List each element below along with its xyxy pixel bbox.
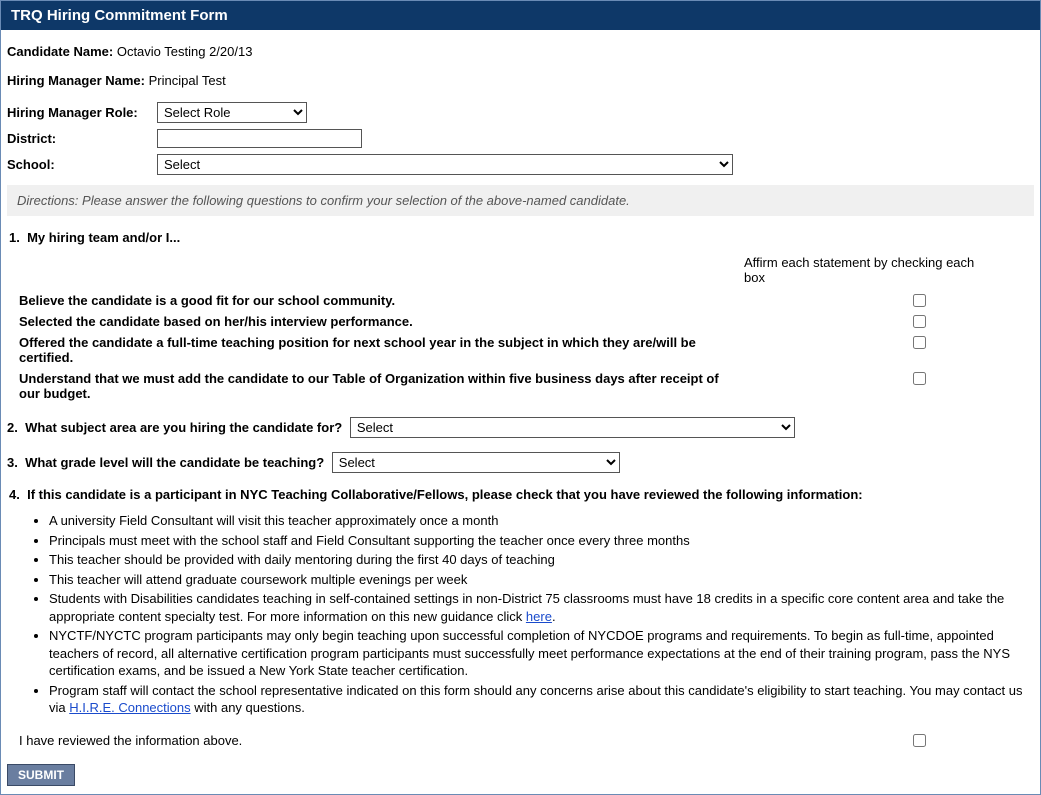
candidate-value: Octavio Testing 2/20/13: [117, 44, 253, 59]
q4-bullet: A university Field Consultant will visit…: [49, 512, 1034, 530]
district-row: District:: [7, 129, 1034, 148]
form-container: TRQ Hiring Commitment Form Candidate Nam…: [0, 0, 1041, 795]
school-row: School: Select: [7, 154, 1034, 175]
q4-bullet: Students with Disabilities candidates te…: [49, 590, 1034, 625]
affirm-header: Affirm each statement by checking each b…: [744, 255, 1034, 289]
question-3: 3. What grade level will the candidate b…: [7, 452, 1034, 473]
review-checkbox[interactable]: [913, 734, 926, 747]
role-label: Hiring Manager Role:: [7, 105, 157, 120]
q4-bullet: This teacher should be provided with dai…: [49, 551, 1034, 569]
guidance-link[interactable]: here: [526, 609, 552, 624]
hire-connections-link[interactable]: H.I.R.E. Connections: [69, 700, 190, 715]
hiring-manager-row: Hiring Manager Name: Principal Test: [7, 73, 1034, 88]
q4-bullet: Program staff will contact the school re…: [49, 682, 1034, 717]
q1-statement-text: Understand that we must add the candidat…: [9, 369, 744, 403]
q3-title: 3. What grade level will the candidate b…: [7, 455, 328, 470]
candidate-label: Candidate Name:: [7, 44, 113, 59]
candidate-row: Candidate Name: Octavio Testing 2/20/13: [7, 44, 1034, 59]
question-2: 2. What subject area are you hiring the …: [7, 417, 1034, 438]
subject-select[interactable]: Select: [350, 417, 795, 438]
review-label: I have reviewed the information above.: [19, 733, 744, 748]
q1-statement-row: Selected the candidate based on her/his …: [9, 312, 1034, 331]
q1-statement-row: Believe the candidate is a good fit for …: [9, 291, 1034, 310]
q1-check-2[interactable]: [913, 315, 926, 328]
question-1: 1. My hiring team and/or I... Affirm eac…: [9, 230, 1034, 403]
grade-select[interactable]: Select: [332, 452, 620, 473]
question-4: 4. If this candidate is a participant in…: [9, 487, 1034, 750]
q1-affirm-layout: Affirm each statement by checking each b…: [9, 255, 1034, 289]
submit-button[interactable]: SUBMIT: [7, 764, 75, 786]
role-select[interactable]: Select Role: [157, 102, 307, 123]
q1-check-4[interactable]: [913, 372, 926, 385]
form-title: TRQ Hiring Commitment Form: [11, 7, 228, 24]
q4-bullet: This teacher will attend graduate course…: [49, 571, 1034, 589]
district-label: District:: [7, 131, 157, 146]
q1-statement-text: Believe the candidate is a good fit for …: [9, 291, 744, 310]
role-row: Hiring Manager Role: Select Role: [7, 102, 1034, 123]
q1-statement-row: Understand that we must add the candidat…: [9, 369, 1034, 403]
q1-statement-text: Offered the candidate a full-time teachi…: [9, 333, 744, 367]
hiring-manager-value: Principal Test: [149, 73, 226, 88]
school-select[interactable]: Select: [157, 154, 733, 175]
district-input[interactable]: [157, 129, 362, 148]
submit-area: SUBMIT: [1, 764, 1040, 794]
q4-bullet-list: A university Field Consultant will visit…: [49, 512, 1034, 717]
form-header: TRQ Hiring Commitment Form: [1, 1, 1040, 30]
q4-title: 4. If this candidate is a participant in…: [9, 487, 1034, 502]
q4-bullet: NYCTF/NYCTC program participants may onl…: [49, 627, 1034, 680]
q1-title: 1. My hiring team and/or I...: [9, 230, 1034, 245]
q2-title: 2. What subject area are you hiring the …: [7, 420, 346, 435]
school-label: School:: [7, 157, 157, 172]
directions-bar: Directions: Please answer the following …: [7, 185, 1034, 216]
hiring-manager-label: Hiring Manager Name:: [7, 73, 145, 88]
q1-statement-row: Offered the candidate a full-time teachi…: [9, 333, 1034, 367]
form-body: Candidate Name: Octavio Testing 2/20/13 …: [1, 30, 1040, 764]
q4-bullet: Principals must meet with the school sta…: [49, 532, 1034, 550]
review-row: I have reviewed the information above.: [19, 731, 1034, 750]
q1-statement-text: Selected the candidate based on her/his …: [9, 312, 744, 331]
q1-check-1[interactable]: [913, 294, 926, 307]
q1-check-3[interactable]: [913, 336, 926, 349]
